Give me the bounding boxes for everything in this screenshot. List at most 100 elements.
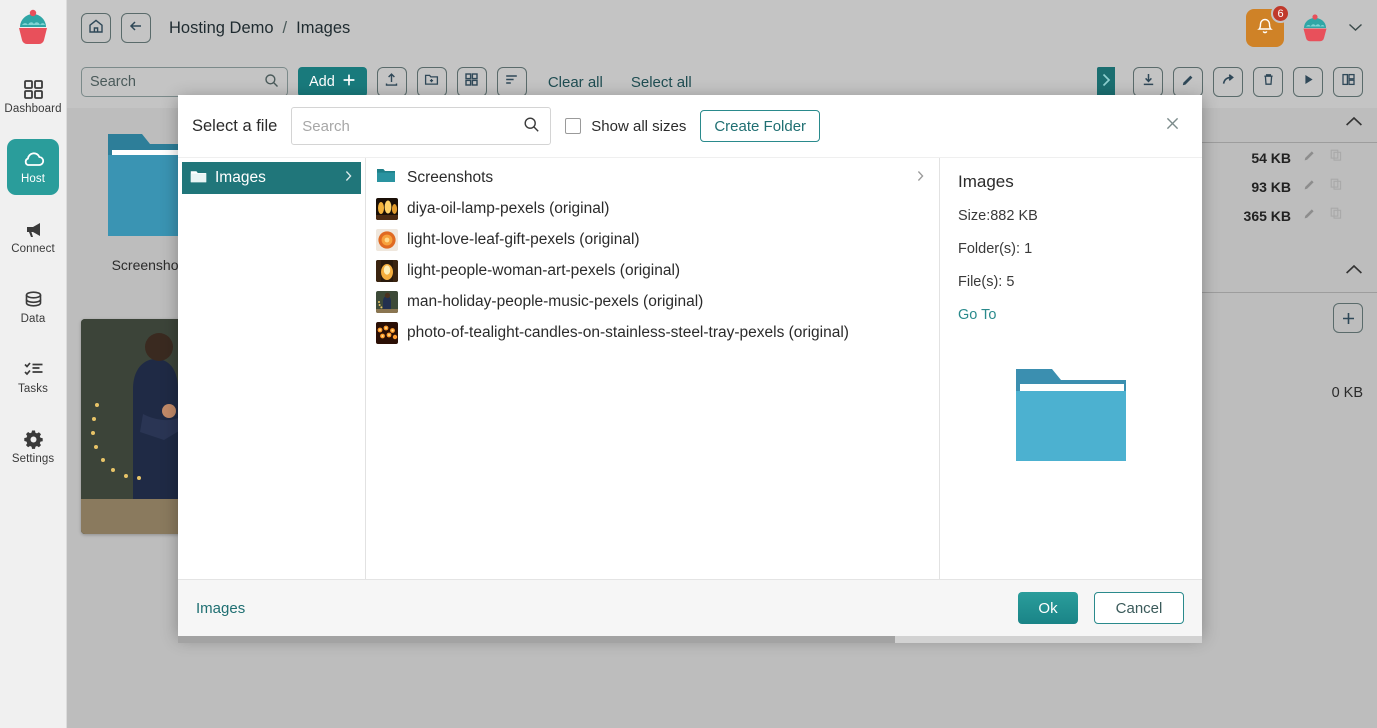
search-input[interactable]: Search (81, 67, 288, 97)
gear-icon (23, 429, 44, 450)
sidebar-item-label: Data (20, 313, 46, 325)
scrollbar-thumb[interactable] (178, 636, 895, 643)
back-button[interactable] (121, 13, 151, 43)
copy-icon[interactable] (1329, 177, 1343, 196)
go-to-link[interactable]: Go To (958, 307, 1184, 323)
breadcrumb-item-current[interactable]: Images (296, 19, 350, 38)
search-icon[interactable] (264, 73, 279, 92)
sidebar-item-label: Tasks (18, 383, 48, 395)
chevron-right-icon[interactable] (344, 169, 353, 187)
show-all-sizes-checkbox[interactable]: Show all sizes (565, 118, 686, 135)
cancel-button[interactable]: Cancel (1094, 592, 1184, 624)
share-icon (1221, 72, 1236, 92)
new-folder-button[interactable] (416, 67, 447, 97)
layout-button[interactable] (1333, 67, 1363, 97)
edit-button[interactable] (1173, 67, 1203, 97)
create-folder-label: Create Folder (714, 117, 807, 135)
list-item-file[interactable]: light-love-leaf-gift-pexels (original) (366, 224, 939, 255)
sidebar-item-connect[interactable]: Connect (7, 209, 59, 265)
megaphone-icon (23, 219, 44, 240)
bell-icon (1256, 17, 1274, 40)
pencil-icon (1181, 72, 1196, 92)
breadcrumb-item-project[interactable]: Hosting Demo (169, 19, 274, 38)
pencil-icon[interactable] (1303, 177, 1317, 196)
pencil-icon[interactable] (1303, 148, 1317, 167)
file-size: 365 KB (1243, 207, 1291, 224)
modal-title: Select a file (192, 116, 278, 135)
panel-toggle-button[interactable] (1097, 67, 1115, 97)
modal-body: Images Screenshots diya-oil-lamp-pexels … (178, 157, 1202, 579)
list-item-label: diya-oil-lamp-pexels (original) (407, 199, 610, 217)
folder-icon (190, 169, 207, 188)
notifications-button[interactable]: 6 (1246, 4, 1290, 47)
upload-button[interactable] (376, 67, 407, 97)
detail-title: Images (958, 172, 1014, 191)
add-row-button[interactable] (1333, 303, 1363, 333)
play-button[interactable] (1293, 67, 1323, 97)
list-item-label: Screenshots (407, 168, 494, 186)
sidebar-item-settings[interactable]: Settings (7, 419, 59, 475)
detail-folder-count: Folder(s): 1 (958, 241, 1033, 257)
detail-file-count: File(s): 5 (958, 274, 1015, 290)
chevron-up-icon[interactable] (1345, 114, 1363, 132)
clear-all-button[interactable]: Clear all (545, 74, 606, 91)
image-thumbnail (376, 228, 398, 251)
list-item-file[interactable]: photo-of-tealight-candles-on-stainless-s… (366, 317, 939, 348)
ok-button[interactable]: Ok (1018, 592, 1078, 624)
layout-icon (1341, 72, 1356, 92)
list-item-file[interactable]: man-holiday-people-music-pexels (origina… (366, 286, 939, 317)
arrow-left-icon (128, 18, 144, 39)
sidebar-item-dashboard[interactable]: Dashboard (4, 69, 62, 125)
horizontal-scrollbar[interactable] (178, 636, 1202, 643)
file-detail-panel: Images Size:882 KB Folder(s): 1 File(s):… (940, 158, 1202, 579)
modal-search-placeholder: Search (302, 117, 350, 135)
list-item-label: light-love-leaf-gift-pexels (original) (407, 230, 640, 248)
sidebar-item-host[interactable]: Host (7, 139, 59, 195)
delete-button[interactable] (1253, 67, 1283, 97)
chevron-down-icon[interactable] (1348, 19, 1363, 37)
copy-icon[interactable] (1329, 206, 1343, 225)
folder-icon (1012, 365, 1130, 470)
avatar[interactable] (1298, 11, 1332, 45)
list-item-label: photo-of-tealight-candles-on-stainless-s… (407, 323, 849, 341)
share-button[interactable] (1213, 67, 1243, 97)
image-thumbnail (376, 290, 398, 313)
pencil-icon[interactable] (1303, 206, 1317, 225)
sort-button[interactable] (496, 67, 527, 97)
select-all-button[interactable]: Select all (628, 74, 695, 91)
upload-icon (384, 72, 399, 92)
add-button[interactable]: Add (298, 67, 367, 97)
grid-icon (23, 79, 44, 100)
top-header: Hosting Demo / Images 6 (67, 0, 1377, 56)
breadcrumb: Hosting Demo / Images (169, 19, 350, 38)
modal-search-input[interactable]: Search (291, 107, 552, 145)
sort-icon (504, 72, 519, 92)
create-folder-button[interactable]: Create Folder (700, 110, 821, 142)
sidebar-item-tasks[interactable]: Tasks (7, 349, 59, 405)
breadcrumb-separator: / (282, 18, 288, 37)
list-item-file[interactable]: diya-oil-lamp-pexels (original) (366, 193, 939, 224)
list-item-label: man-holiday-people-music-pexels (origina… (407, 292, 704, 310)
checkbox-box[interactable] (565, 118, 582, 134)
list-item-folder[interactable]: Screenshots (366, 162, 939, 193)
detail-preview (958, 365, 1184, 470)
download-button[interactable] (1133, 67, 1163, 97)
checklist-icon (23, 359, 44, 380)
image-thumbnail (376, 259, 398, 282)
chevron-up-icon[interactable] (1345, 262, 1363, 280)
home-button[interactable] (81, 13, 111, 43)
search-placeholder: Search (90, 74, 136, 90)
sidebar-item-data[interactable]: Data (7, 279, 59, 335)
close-icon[interactable] (1157, 111, 1188, 141)
footer-path[interactable]: Images (196, 600, 245, 617)
download-icon (1141, 72, 1156, 92)
copy-icon[interactable] (1329, 148, 1343, 167)
list-item-file[interactable]: light-people-woman-art-pexels (original) (366, 255, 939, 286)
file-size: 93 KB (1251, 178, 1291, 195)
tree-item-images[interactable]: Images (182, 162, 361, 194)
sidebar-item-label: Dashboard (4, 103, 62, 115)
chevron-right-icon[interactable] (916, 169, 925, 187)
search-icon[interactable] (523, 116, 540, 137)
grid-view-button[interactable] (456, 67, 487, 97)
image-thumbnail (376, 321, 398, 344)
